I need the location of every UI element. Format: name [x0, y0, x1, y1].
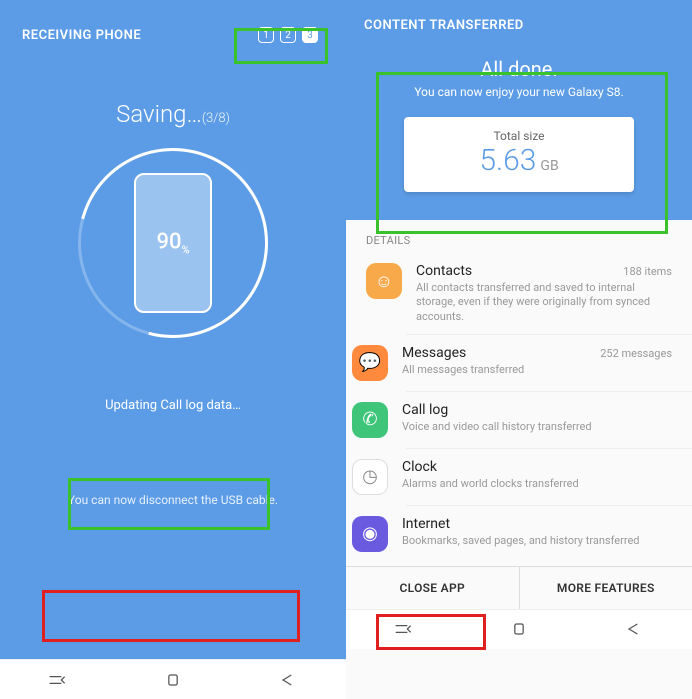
done-subtext: You can now enjoy your new Galaxy S8. [364, 85, 674, 99]
page-title: RECEIVING PHONE [22, 28, 141, 43]
item-messages[interactable]: 💬 Messages252 messages All messages tran… [406, 334, 692, 391]
size-unit: GB [540, 158, 558, 174]
saving-text: Saving… [116, 100, 202, 128]
item-calllog[interactable]: ✆ Call log Voice and video call history … [406, 391, 692, 448]
right-screen: CONTENT TRANSFERRED All done. You can no… [346, 0, 692, 699]
left-screen: RECEIVING PHONE 1 2 3 Saving…(3/8) 90% U… [0, 0, 346, 699]
done-heading: All done. [364, 57, 674, 81]
page-title: CONTENT TRANSFERRED [364, 18, 674, 33]
close-app-button[interactable]: CLOSE APP [346, 581, 519, 595]
left-header: RECEIVING PHONE 1 2 3 [0, 0, 346, 58]
disconnect-hint: You can now disconnect the USB cable. [45, 483, 301, 517]
nav-bar [0, 659, 346, 699]
size-value: 5.63 [479, 143, 536, 178]
home-icon[interactable] [163, 673, 183, 687]
clock-icon: ◷ [352, 459, 388, 495]
back-icon[interactable] [624, 622, 644, 636]
contacts-icon: ☺ [366, 263, 402, 299]
recents-icon[interactable] [394, 622, 414, 636]
item-contacts[interactable]: ☺ Contacts188 items All contacts transfe… [346, 253, 692, 334]
internet-icon: ◉ [352, 516, 388, 552]
step-2: 2 [280, 27, 296, 43]
back-icon[interactable] [278, 673, 298, 687]
step-indicator: 1 2 3 [252, 23, 324, 47]
home-icon[interactable] [509, 622, 529, 636]
item-clock[interactable]: ◷ Clock Alarms and world clocks transfer… [406, 448, 692, 505]
progress-percent: 90% [156, 229, 189, 256]
nav-bar [346, 609, 692, 649]
size-card: Total size 5.63 GB [404, 117, 634, 192]
saving-counter: (3/8) [202, 111, 230, 126]
banner-inner: All done. You can now enjoy your new Gal… [364, 57, 674, 204]
progress-circle: 90% [78, 148, 268, 338]
saving-status: Saving…(3/8) [0, 100, 346, 128]
item-internet[interactable]: ◉ Internet Bookmarks, saved pages, and h… [406, 505, 692, 562]
more-features-button[interactable]: MORE FEATURES [520, 567, 692, 609]
size-label: Total size [404, 129, 634, 143]
recents-icon[interactable] [48, 673, 68, 687]
call-icon: ✆ [352, 402, 388, 438]
button-bar: CLOSE APP MORE FEATURES [346, 566, 692, 609]
details-header: DETAILS [346, 220, 692, 253]
messages-icon: 💬 [352, 345, 388, 381]
done-banner: CONTENT TRANSFERRED All done. You can no… [346, 0, 692, 220]
status-line: Updating Call log data… [73, 388, 273, 423]
step-3: 3 [302, 27, 318, 43]
step-1: 1 [258, 27, 274, 43]
